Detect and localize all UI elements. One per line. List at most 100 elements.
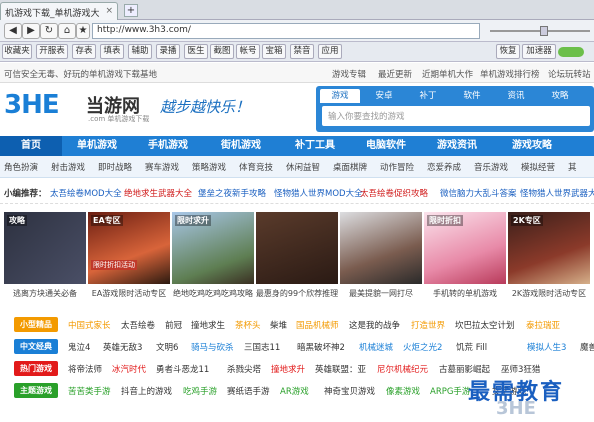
thumbnail-caption[interactable]: EA游戏限时活动专区 [86, 288, 172, 299]
category-game-link[interactable]: 神奇宝贝游戏 [324, 385, 375, 397]
thumbnail-image[interactable]: EA专区 限时折扣活动 [88, 212, 170, 284]
browser-tab[interactable]: 机游戏下载_单机游戏大 × [0, 2, 118, 20]
category-game-link[interactable]: ARPG手游 [430, 385, 470, 397]
restore-button[interactable]: 恢复 [496, 44, 520, 59]
main-nav-item[interactable]: 电脑软件 [352, 136, 420, 156]
toolbar-button[interactable]: 医生 [184, 44, 208, 59]
thumbnail-image[interactable]: 2K专区 [508, 212, 590, 284]
category-link[interactable]: 恋爱养成 [427, 161, 461, 173]
main-nav-item[interactable]: 首页 [0, 136, 62, 156]
toolbar-button[interactable]: 开服表 [36, 44, 68, 59]
thumbnail-caption[interactable]: 最美提貌一网打尽 [338, 288, 424, 299]
category-game-link[interactable]: 文明6 [156, 341, 178, 353]
search-tab[interactable]: 补丁 [408, 89, 448, 103]
category-link[interactable]: 模拟经营 [521, 161, 555, 173]
category-game-link[interactable]: 坎巴拉太空计划 [455, 319, 515, 331]
category-label[interactable]: 主题游戏 [14, 383, 58, 398]
recommend-link[interactable]: 绝地求生武器大全 [124, 187, 192, 199]
recommend-link[interactable]: 太吾绘卷MOD大全 [50, 187, 122, 199]
category-link[interactable]: 体育竞技 [239, 161, 273, 173]
category-game-link[interactable]: 前冠 [165, 319, 182, 331]
category-game-link[interactable]: 撞地求生 [191, 319, 225, 331]
category-game-link[interactable]: 撞地求升 [271, 363, 305, 375]
main-nav-item[interactable]: 补丁工具 [278, 136, 352, 156]
thumbnail-caption[interactable]: 绝地吃鸡吃鸡吃鸡攻略 [170, 288, 256, 299]
toolbar-button[interactable]: 辅助 [128, 44, 152, 59]
accelerator-button[interactable]: 加速器 [522, 44, 556, 59]
category-link[interactable]: 其 [568, 161, 577, 173]
top-link[interactable]: 最近更新 [378, 68, 412, 80]
category-link[interactable]: 即时战略 [98, 161, 132, 173]
category-game-link[interactable]: 魔兽争霸3 [580, 341, 594, 353]
top-link[interactable]: 单机游戏排行榜 [480, 68, 540, 80]
category-game-link[interactable]: 勇者斗恶龙11 [156, 363, 209, 375]
toolbar-button[interactable]: 应用 [318, 44, 342, 59]
toolbar-button[interactable]: 录播 [156, 44, 180, 59]
main-nav-item[interactable]: 街机游戏 [204, 136, 278, 156]
category-game-link[interactable]: 抖音上的游戏 [121, 385, 172, 397]
back-icon[interactable]: ◀ [4, 23, 22, 39]
refresh-icon[interactable]: ↻ [40, 23, 58, 39]
toolbar-button[interactable]: 帐号 [236, 44, 260, 59]
category-game-link[interactable]: 太吾绘卷 [121, 319, 155, 331]
thumbnail-image[interactable]: 限时求升 [172, 212, 254, 284]
home-icon[interactable]: ⌂ [58, 23, 76, 39]
category-link[interactable]: 桌面棋牌 [333, 161, 367, 173]
category-game-link[interactable]: 火炬之光2 [403, 341, 442, 353]
category-game-link[interactable]: 饥荒 Fill [456, 341, 487, 353]
thumbnail-image[interactable] [340, 212, 422, 284]
new-tab-button[interactable]: + [124, 4, 138, 17]
category-game-link[interactable]: 吃鸡手游 [183, 385, 217, 397]
recommend-link[interactable]: 微信脑力大乱斗答案 [440, 187, 517, 199]
category-link[interactable]: 赛车游戏 [145, 161, 179, 173]
accelerator-toggle[interactable] [558, 47, 584, 57]
category-game-link[interactable]: 泰拉瑞亚 [526, 319, 560, 331]
top-link[interactable]: 近期单机大作 [422, 68, 473, 80]
category-label[interactable]: 小型精品 [14, 317, 58, 332]
category-link[interactable]: 休闲益智 [286, 161, 320, 173]
category-link[interactable]: 音乐游戏 [474, 161, 508, 173]
category-game-link[interactable]: 这是我的战争 [349, 319, 400, 331]
url-input[interactable]: http://www.3h3.com/ [92, 23, 480, 39]
site-logo[interactable]: 3HE [4, 90, 60, 120]
recommend-link[interactable]: 堡垒之夜新手攻略 [198, 187, 266, 199]
toolbar-button[interactable]: 存表 [72, 44, 96, 59]
category-game-link[interactable]: AR游戏 [280, 385, 309, 397]
favorite-icon[interactable]: ★ [76, 23, 90, 39]
thumbnail-caption[interactable]: 逃离方块通关必备 [2, 288, 88, 299]
category-game-link[interactable]: 模拟人生3 [527, 341, 566, 353]
close-icon[interactable]: × [105, 6, 113, 16]
search-tab[interactable]: 攻略 [540, 89, 580, 103]
main-nav-item[interactable]: 游戏资讯 [420, 136, 494, 156]
search-tab[interactable]: 游戏 [320, 89, 360, 103]
search-tab[interactable]: 资讯 [496, 89, 536, 103]
thumbnail-image[interactable] [256, 212, 338, 284]
category-game-link[interactable]: 英雄联盟：亚 [315, 363, 366, 375]
search-tab[interactable]: 软件 [452, 89, 492, 103]
category-link[interactable]: 策略游戏 [192, 161, 226, 173]
category-label[interactable]: 热门游戏 [14, 361, 58, 376]
search-input[interactable]: 输入你要查找的游戏 [322, 106, 590, 126]
search-tab[interactable]: 安卓 [364, 89, 404, 103]
toolbar-button[interactable]: 收藏夹 [2, 44, 32, 59]
top-link[interactable]: 论坛玩转站 [548, 68, 591, 80]
main-nav-item[interactable]: 手机游戏 [132, 136, 204, 156]
category-game-link[interactable]: 鬼泣4 [68, 341, 90, 353]
recommend-link[interactable]: 太吾绘卷促织攻略 [360, 187, 428, 199]
category-game-link[interactable]: 中国式家长 [68, 319, 111, 331]
thumbnail-caption[interactable]: 最惠身的99个欣荐推理 [254, 288, 340, 299]
category-game-link[interactable]: 冰汽时代 [112, 363, 146, 375]
category-game-link[interactable]: 机械迷城 [359, 341, 393, 353]
recommend-link[interactable]: 怪物猎人世界武器大全 [520, 187, 594, 199]
category-game-link[interactable]: 将帝法师 [68, 363, 102, 375]
top-link[interactable]: 游戏专辑 [332, 68, 366, 80]
category-link[interactable]: 动作冒险 [380, 161, 414, 173]
category-game-link[interactable]: 打造世界 [411, 319, 445, 331]
thumbnail-image[interactable]: 攻略 [4, 212, 86, 284]
category-link[interactable]: 射击游戏 [51, 161, 85, 173]
toolbar-button[interactable]: 禁音 [290, 44, 314, 59]
category-game-link[interactable]: 柴堆 [270, 319, 287, 331]
category-game-link[interactable]: 苦苦类手游 [68, 385, 111, 397]
category-label[interactable]: 中文经典 [14, 339, 58, 354]
category-game-link[interactable]: 英雄无敌3 [103, 341, 142, 353]
